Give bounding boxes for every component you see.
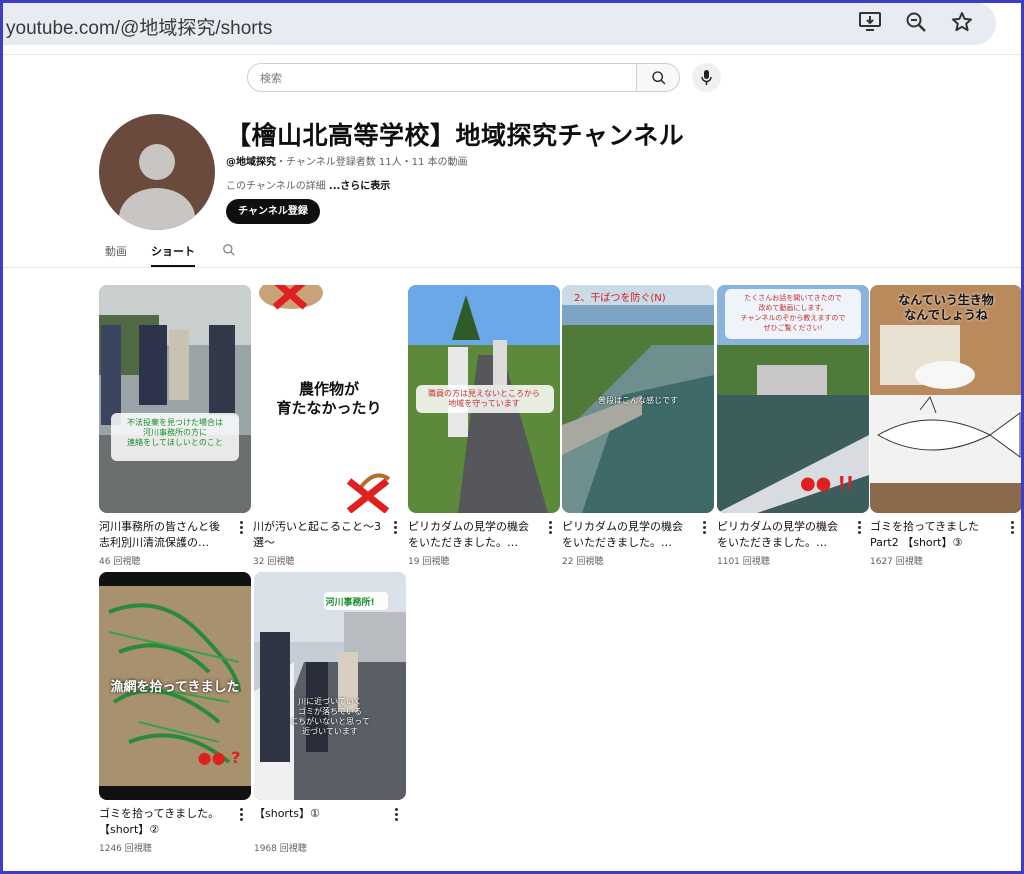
- channel-stats: ・チャンネル登録者数 11人・11 本の動画: [276, 157, 468, 168]
- tabs-divider: [0, 267, 1024, 268]
- url-field[interactable]: youtube.com/@地域探究/shorts: [0, 2, 996, 45]
- short-thumbnail[interactable]: たくさんお話を聞いてきたので 改めて動画にします。 チャンネルのぞから教えますの…: [717, 285, 869, 513]
- channel-description[interactable]: このチャンネルの詳細 ...さらに表示: [226, 177, 390, 192]
- short-title[interactable]: ピリカダムの見学の機会をいただきました。…: [717, 519, 847, 551]
- overlay-text: 普段はこんな感じです: [598, 396, 678, 405]
- channel-title: 【檜山北高等学校】地域探究チャンネル: [226, 121, 685, 150]
- overlay-text: 改めて動画にします。: [758, 304, 828, 312]
- overlay-text: 河川事務所の方に: [143, 428, 207, 437]
- overlay-text: 不法投棄を見つけた場合は: [127, 418, 223, 427]
- short-title[interactable]: ゴミを拾ってきました Part2 【short】③: [870, 519, 1000, 551]
- short-views: 32 回視聴: [253, 557, 295, 567]
- more-actions-icon[interactable]: [392, 806, 400, 822]
- overlay-text: にちがいないと思って: [290, 717, 370, 726]
- short-views: 1101 回視聴: [717, 557, 770, 567]
- search-button[interactable]: [636, 63, 680, 92]
- short-card[interactable]: 職員の方は見えないところから 地域を守っています ピリカダムの見学の機会をいただ…: [408, 285, 560, 567]
- short-views: 46 回視聴: [99, 557, 141, 567]
- overlay-text: チャンネルのぞから教えますので: [740, 314, 846, 322]
- short-title[interactable]: ゴミを拾ってきました。【short】②: [99, 806, 229, 838]
- search-placeholder: 検索: [260, 72, 282, 85]
- search-icon: [652, 71, 666, 85]
- short-views: 22 回視聴: [562, 557, 604, 567]
- install-app-icon[interactable]: [858, 10, 882, 34]
- overlay-text: 職員の方は見えないところから: [428, 389, 540, 398]
- overlay-text: 2、干ばつを防ぐ(N): [574, 293, 666, 304]
- overlay-text: 育たなかったり: [276, 399, 382, 417]
- short-card[interactable]: 2、干ばつを防ぐ(N) 普段はこんな感じです ピリカダムの見学の機会をいただきま…: [562, 285, 714, 567]
- search-input[interactable]: 検索: [247, 63, 637, 92]
- short-card[interactable]: 農作物が 育たなかったり 川が汚いと起こること〜3選〜 32 回視聴: [253, 285, 405, 567]
- overlay-text: 農作物が: [298, 380, 359, 398]
- short-thumbnail[interactable]: 2、干ばつを防ぐ(N) 普段はこんな感じです: [562, 285, 714, 513]
- channel-meta: @地域探究・チャンネル登録者数 11人・11 本の動画: [226, 153, 468, 168]
- short-thumbnail[interactable]: 不法投棄を見つけた場合は 河川事務所の方に 連絡をしてほしいとのこと: [99, 285, 251, 513]
- more-actions-icon[interactable]: [855, 519, 863, 535]
- overlay-text: 連絡をしてほしいとのこと: [127, 438, 223, 447]
- short-views: 1968 回視聴: [254, 844, 307, 854]
- short-title[interactable]: 【shorts】①: [254, 806, 384, 822]
- short-card[interactable]: なんていう生き物 なんでしょうね ゴミを拾ってきました Part2 【short…: [870, 285, 1022, 567]
- overlay-text: たくさんお話を聞いてきたので: [744, 294, 842, 302]
- short-card[interactable]: 不法投棄を見つけた場合は 河川事務所の方に 連絡をしてほしいとのこと 河川事務所…: [99, 285, 251, 567]
- overlay-text: 近づいています: [302, 727, 358, 736]
- mic-icon: [701, 70, 712, 85]
- short-card[interactable]: たくさんお話を聞いてきたので 改めて動画にします。 チャンネルのぞから教えますの…: [717, 285, 869, 567]
- short-views: 1246 回視聴: [99, 844, 152, 854]
- short-views: 1627 回視聴: [870, 557, 923, 567]
- bookmark-star-icon[interactable]: [950, 10, 974, 34]
- eyes-question-icon: ●● ?: [197, 748, 241, 767]
- voice-search-button[interactable]: [692, 63, 721, 92]
- channel-search-icon[interactable]: [222, 243, 236, 257]
- url-text: youtube.com/@地域探究/shorts: [6, 18, 273, 39]
- short-thumbnail[interactable]: 農作物が 育たなかったり: [253, 285, 405, 513]
- short-title[interactable]: ピリカダムの見学の機会をいただきました。…: [408, 519, 538, 551]
- channel-description-text: このチャンネルの詳細: [226, 181, 329, 192]
- eyes-exclamation-icon: ●● !!: [799, 473, 855, 494]
- channel-avatar[interactable]: [99, 114, 215, 230]
- default-avatar-icon: [119, 144, 195, 230]
- more-actions-icon[interactable]: [391, 519, 399, 535]
- short-title[interactable]: 川が汚いと起こること〜3選〜: [253, 519, 383, 551]
- overlay-text: 地域を守っています: [448, 399, 520, 408]
- overlay-text: なんでしょうね: [904, 308, 988, 322]
- subscribe-button[interactable]: チャンネル登録: [226, 199, 320, 224]
- short-card[interactable]: 河川事務所! 川に近づいていく ゴミが落ちている にちがいないと思って 近づいて…: [254, 572, 406, 854]
- overlay-text: 漁網を拾ってきました: [110, 680, 240, 695]
- more-actions-icon[interactable]: [237, 519, 245, 535]
- thumbnail-image: [99, 285, 251, 513]
- show-more-link[interactable]: ...さらに表示: [329, 181, 390, 192]
- more-actions-icon[interactable]: [546, 519, 554, 535]
- more-actions-icon[interactable]: [237, 806, 245, 822]
- overlay-text: 河川事務所!: [325, 598, 375, 608]
- short-views: 19 回視聴: [408, 557, 450, 567]
- short-thumbnail[interactable]: 漁網を拾ってきました ●● ?: [99, 572, 251, 800]
- more-actions-icon[interactable]: [1008, 519, 1016, 535]
- overlay-text: なんていう生き物: [898, 293, 994, 307]
- short-title[interactable]: ピリカダムの見学の機会をいただきました。…: [562, 519, 692, 551]
- overlay-text: ゴミが落ちている: [298, 707, 362, 716]
- short-thumbnail[interactable]: なんていう生き物 なんでしょうね: [870, 285, 1022, 513]
- short-thumbnail[interactable]: 職員の方は見えないところから 地域を守っています: [408, 285, 560, 513]
- channel-handle: @地域探究: [226, 157, 276, 168]
- zoom-icon[interactable]: [904, 10, 928, 34]
- more-actions-icon[interactable]: [700, 519, 708, 535]
- overlay-text: 川に近づいていく: [298, 697, 362, 706]
- overlay-text: ぜひご覧ください!: [763, 324, 823, 332]
- tab-shorts[interactable]: ショート: [151, 243, 195, 267]
- tab-videos[interactable]: 動画: [105, 243, 127, 259]
- short-thumbnail[interactable]: 河川事務所! 川に近づいていく ゴミが落ちている にちがいないと思って 近づいて…: [254, 572, 406, 800]
- divider: [0, 54, 1024, 55]
- short-card[interactable]: 漁網を拾ってきました ●● ? ゴミを拾ってきました。【short】② 1246…: [99, 572, 251, 854]
- browser-address-bar: youtube.com/@地域探究/shorts: [0, 0, 1024, 54]
- short-title[interactable]: 河川事務所の皆さんと後志利別川清流保護の…: [99, 519, 229, 551]
